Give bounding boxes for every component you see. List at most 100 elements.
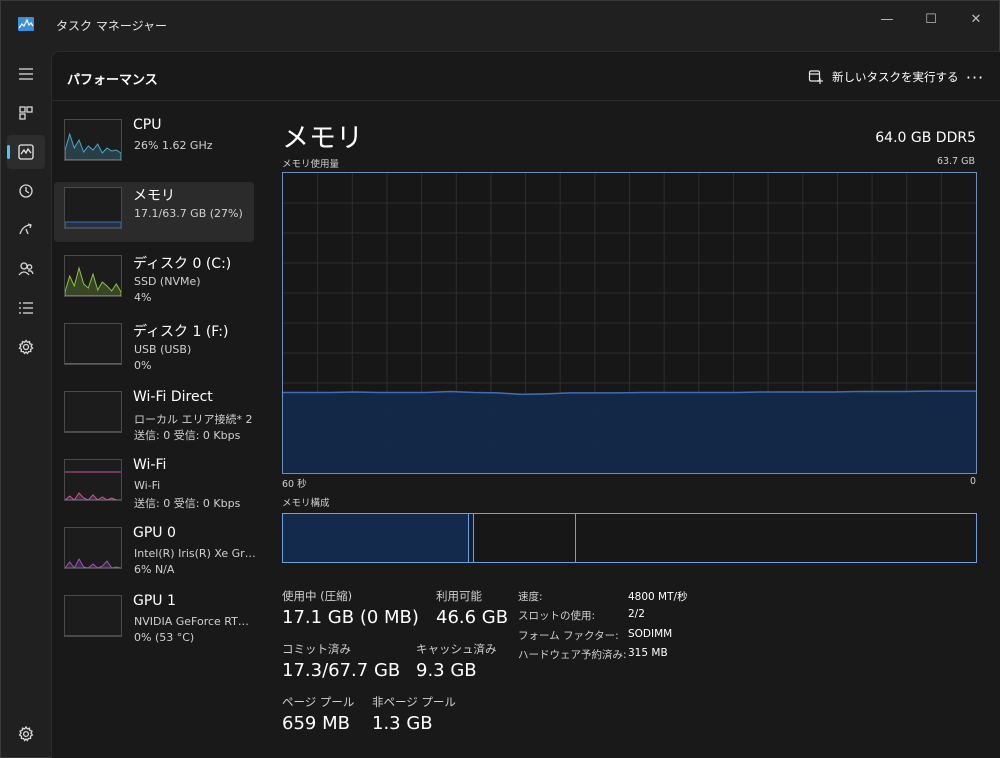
spec-key: 速度: xyxy=(518,591,543,603)
composition-label: メモリ構成 xyxy=(282,498,330,509)
device-detail: Wi-Fi xyxy=(134,479,161,492)
device-name: Wi-Fi xyxy=(133,457,167,473)
maximize-button[interactable]: ☐ xyxy=(908,5,954,33)
graph-axis-right: 0 xyxy=(969,476,976,487)
device-thumbnail xyxy=(64,391,122,433)
settings-icon xyxy=(18,726,34,742)
services-icon xyxy=(18,339,34,355)
device-name: メモリ xyxy=(133,188,175,204)
graph-label: メモリ使用量 xyxy=(282,159,340,170)
close-icon: ✕ xyxy=(970,11,982,27)
spec-value: SODIMM xyxy=(628,628,673,640)
nonpaged-pool-label: 非ページ プール xyxy=(372,695,456,709)
task-manager-app-icon xyxy=(18,17,34,31)
page-title: パフォーマンス xyxy=(67,73,158,88)
device-name: CPU xyxy=(133,117,162,133)
cached-label: キャッシュ済み xyxy=(416,642,497,656)
graph-max-label: 63.7 GB xyxy=(936,156,975,167)
memory-usage-chart xyxy=(283,173,976,473)
nav-startup-apps[interactable] xyxy=(7,213,45,247)
device-usage: 6% N/A xyxy=(134,563,175,576)
nav-settings[interactable] xyxy=(7,717,45,751)
graph-axis-left: 60 秒 xyxy=(282,479,307,490)
task-manager-window: タスク マネージャー — ☐ ✕ パフォーマンス 新しいタスクを実行する ···… xyxy=(0,0,1000,758)
startup-apps-icon xyxy=(19,223,32,235)
device-usage: 0% (53 °C) xyxy=(134,631,195,644)
device-item[interactable]: CPU 26% 1.62 GHz xyxy=(54,114,254,174)
nav-users[interactable] xyxy=(7,252,45,286)
memory-usage-graph xyxy=(282,172,977,474)
available-label: 利用可能 xyxy=(436,589,482,603)
window-title: タスク マネージャー xyxy=(56,19,167,33)
device-name: GPU 1 xyxy=(133,593,176,609)
device-thumbnail xyxy=(64,255,122,297)
spec-value: 2/2 xyxy=(628,608,645,620)
device-detail: USB (USB) xyxy=(134,343,192,356)
device-item[interactable]: ディスク 1 (F:) USB (USB) 0% xyxy=(54,318,254,378)
new-task-label: 新しいタスクを実行する xyxy=(832,70,959,84)
paged-pool-value: 659 MB xyxy=(282,713,350,734)
app-history-icon xyxy=(19,184,33,198)
more-options-button[interactable]: ··· xyxy=(960,64,990,90)
menu-button[interactable] xyxy=(7,57,45,91)
device-thumbnail xyxy=(64,527,122,569)
available-value: 46.6 GB xyxy=(436,607,509,628)
device-name: Wi-Fi Direct xyxy=(133,389,213,405)
spec-key: スロットの使用: xyxy=(518,610,596,622)
device-thumbnail xyxy=(64,595,122,637)
new-task-button[interactable]: 新しいタスクを実行する xyxy=(802,64,965,90)
device-detail: Intel(R) Iris(R) Xe Grap... xyxy=(134,547,256,560)
device-item[interactable]: メモリ 17.1/63.7 GB (27%) xyxy=(54,182,254,242)
nav-app-history[interactable] xyxy=(7,174,45,208)
committed-label: コミット済み xyxy=(282,642,351,656)
device-item[interactable]: GPU 1 NVIDIA GeForce RTX ... 0% (53 °C) xyxy=(54,590,256,650)
cached-value: 9.3 GB xyxy=(416,660,477,681)
nav-services[interactable] xyxy=(7,330,45,364)
users-icon xyxy=(18,262,34,276)
processes-icon xyxy=(19,106,33,120)
close-button[interactable]: ✕ xyxy=(953,5,999,33)
in-use-value: 17.1 GB (0 MB) xyxy=(282,607,419,628)
device-detail: ローカル エリア接続* 2 xyxy=(134,413,253,426)
device-item[interactable]: GPU 0 Intel(R) Iris(R) Xe Grap... 6% N/A xyxy=(54,522,256,582)
performance-icon xyxy=(18,144,34,160)
device-name: ディスク 1 (F:) xyxy=(133,324,229,340)
device-usage: 0% xyxy=(134,359,152,372)
paged-pool-label: ページ プール xyxy=(282,695,355,709)
nav-performance[interactable] xyxy=(7,135,45,169)
spec-key: ハードウェア予約済み: xyxy=(518,649,627,661)
device-name: ディスク 0 (C:) xyxy=(133,256,232,272)
device-thumbnail xyxy=(64,187,122,229)
device-thumbnail xyxy=(64,459,122,501)
memory-usage-area xyxy=(283,391,976,473)
details-icon xyxy=(19,302,33,314)
device-item[interactable]: Wi-Fi Wi-Fi 送信: 0 受信: 0 Kbps xyxy=(54,454,254,514)
nav-processes[interactable] xyxy=(7,96,45,130)
device-item[interactable]: Wi-Fi Direct ローカル エリア接続* 2 送信: 0 受信: 0 Kbp… xyxy=(54,386,254,446)
device-item[interactable]: ディスク 0 (C:) SSD (NVMe) 4% xyxy=(54,250,254,310)
device-thumbnail xyxy=(64,323,122,365)
memory-title: メモリ xyxy=(282,123,363,154)
nav-details[interactable] xyxy=(7,291,45,325)
composition-standby xyxy=(474,514,576,562)
title-bar: タスク マネージャー — ☐ ✕ xyxy=(1,1,1000,51)
composition-in-use xyxy=(283,514,470,562)
device-name: GPU 0 xyxy=(133,525,176,541)
memory-composition-bar xyxy=(282,513,977,563)
device-detail: SSD (NVMe) xyxy=(134,275,201,288)
menu-icon xyxy=(19,68,33,80)
device-detail: 26% 1.62 GHz xyxy=(134,139,213,152)
composition-free xyxy=(575,514,976,562)
device-usage: 送信: 0 受信: 0 Kbps xyxy=(134,429,241,442)
committed-value: 17.3/67.7 GB xyxy=(282,660,401,681)
maximize-icon: ☐ xyxy=(925,11,937,27)
nonpaged-pool-value: 1.3 GB xyxy=(372,713,433,734)
minimize-icon: — xyxy=(880,11,894,27)
memory-type: 64.0 GB DDR5 xyxy=(875,130,976,146)
device-usage: 4% xyxy=(134,291,152,304)
spec-value: 315 MB xyxy=(628,647,668,659)
spec-key: フォーム ファクター: xyxy=(518,630,619,642)
device-detail: NVIDIA GeForce RTX ... xyxy=(134,615,256,628)
device-thumbnail xyxy=(64,119,122,161)
minimize-button[interactable]: — xyxy=(864,5,910,33)
